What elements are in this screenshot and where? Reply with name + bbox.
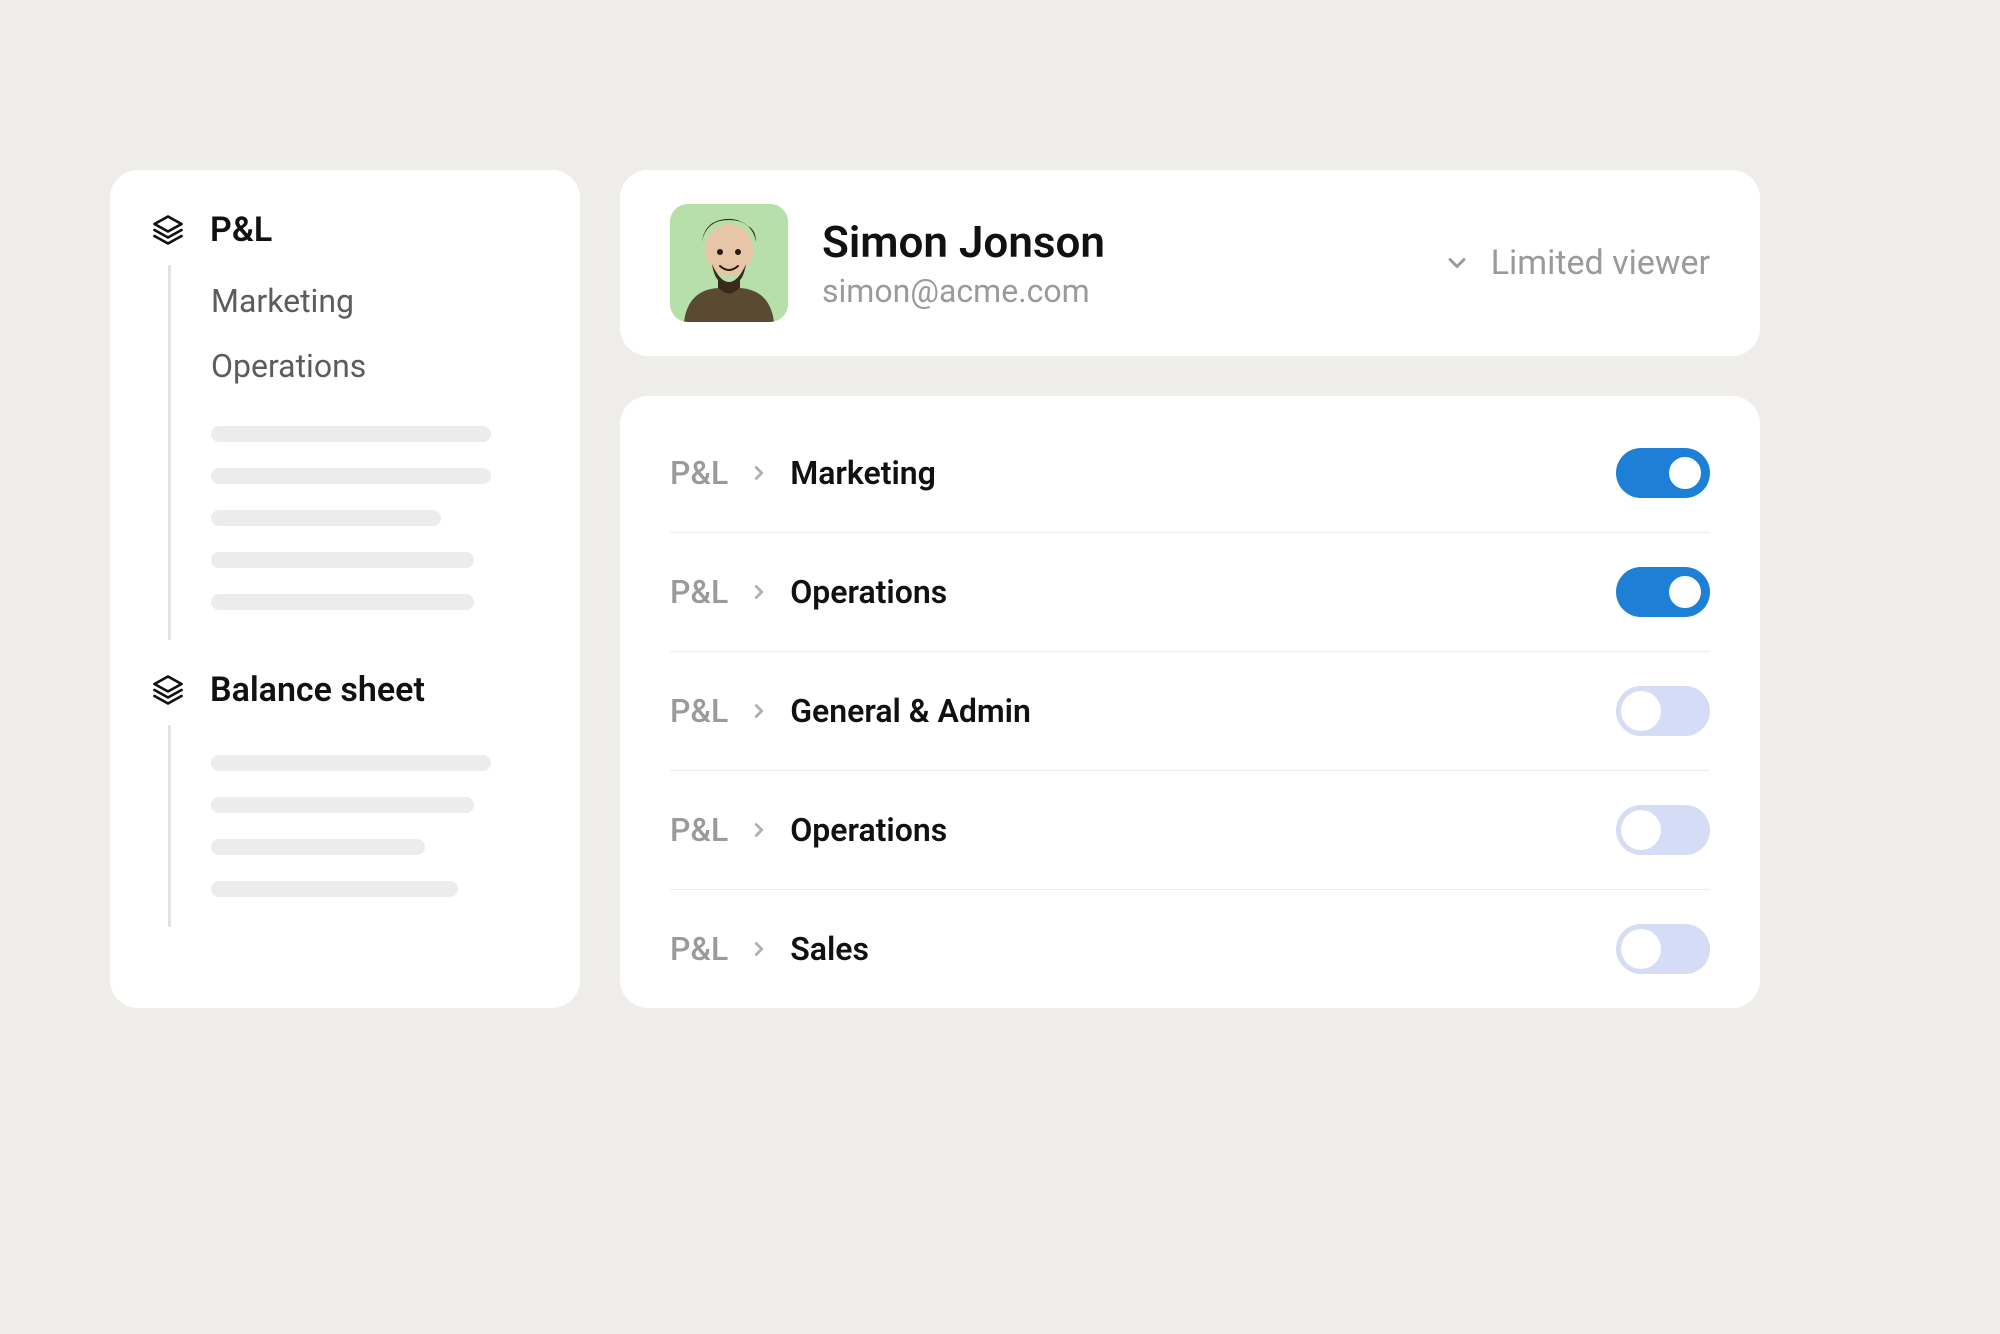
chevron-right-icon bbox=[748, 938, 770, 960]
sidebar: P&L Marketing Operations bbox=[110, 170, 580, 1008]
permission-toggle[interactable] bbox=[1616, 805, 1710, 855]
skeleton-row bbox=[211, 426, 491, 442]
user-card: Simon Jonson simon@acme.com Limited view… bbox=[620, 170, 1760, 356]
sidebar-section-title: P&L bbox=[210, 210, 272, 251]
breadcrumb-root: P&L bbox=[670, 692, 728, 730]
breadcrumb: P&L Operations bbox=[670, 573, 947, 611]
role-dropdown[interactable]: Limited viewer bbox=[1443, 243, 1710, 283]
permission-row: P&L Operations bbox=[670, 533, 1710, 652]
sidebar-section-title: Balance sheet bbox=[210, 670, 425, 711]
sidebar-section-pnl: P&L Marketing Operations bbox=[150, 210, 540, 640]
breadcrumb-leaf: Operations bbox=[790, 811, 947, 849]
breadcrumb-root: P&L bbox=[670, 454, 728, 492]
role-label: Limited viewer bbox=[1491, 243, 1710, 283]
sidebar-section-balance-sheet: Balance sheet bbox=[150, 670, 540, 927]
permission-row: P&L Marketing bbox=[670, 414, 1710, 533]
chevron-right-icon bbox=[748, 581, 770, 603]
stack-icon bbox=[150, 212, 186, 248]
sidebar-children bbox=[168, 725, 540, 927]
breadcrumb-leaf: Marketing bbox=[790, 454, 936, 492]
permissions-card: P&L Marketing P&L Operations bbox=[620, 396, 1760, 1008]
breadcrumb: P&L General & Admin bbox=[670, 692, 1031, 730]
skeleton-row bbox=[211, 755, 491, 771]
permission-row: P&L Operations bbox=[670, 771, 1710, 890]
chevron-right-icon bbox=[748, 700, 770, 722]
permission-toggle[interactable] bbox=[1616, 448, 1710, 498]
permission-toggle[interactable] bbox=[1616, 567, 1710, 617]
skeleton-row bbox=[211, 552, 474, 568]
breadcrumb-root: P&L bbox=[670, 573, 728, 611]
skeleton-row bbox=[211, 594, 474, 610]
main-column: Simon Jonson simon@acme.com Limited view… bbox=[620, 170, 1760, 1008]
breadcrumb: P&L Sales bbox=[670, 930, 869, 968]
permission-toggle[interactable] bbox=[1616, 924, 1710, 974]
skeleton-row bbox=[211, 797, 474, 813]
sidebar-section-header[interactable]: Balance sheet bbox=[150, 670, 540, 711]
permission-row: P&L Sales bbox=[670, 890, 1710, 1008]
chevron-right-icon bbox=[748, 462, 770, 484]
stack-icon bbox=[150, 672, 186, 708]
breadcrumb-leaf: Operations bbox=[790, 573, 947, 611]
sidebar-section-header[interactable]: P&L bbox=[150, 210, 540, 251]
skeleton-row bbox=[211, 881, 458, 897]
permission-toggle[interactable] bbox=[1616, 686, 1710, 736]
permission-row: P&L General & Admin bbox=[670, 652, 1710, 771]
avatar bbox=[670, 204, 788, 322]
skeleton-row bbox=[211, 468, 491, 484]
chevron-right-icon bbox=[748, 819, 770, 841]
sidebar-item-operations[interactable]: Operations bbox=[211, 334, 540, 400]
user-meta: Simon Jonson simon@acme.com bbox=[822, 216, 1105, 311]
chevron-down-icon bbox=[1443, 249, 1471, 277]
breadcrumb: P&L Operations bbox=[670, 811, 947, 849]
sidebar-children: Marketing Operations bbox=[168, 265, 540, 640]
breadcrumb: P&L Marketing bbox=[670, 454, 936, 492]
breadcrumb-root: P&L bbox=[670, 930, 728, 968]
skeleton-row bbox=[211, 839, 425, 855]
breadcrumb-root: P&L bbox=[670, 811, 728, 849]
user-email: simon@acme.com bbox=[822, 272, 1105, 310]
skeleton-row bbox=[211, 510, 441, 526]
sidebar-item-marketing[interactable]: Marketing bbox=[211, 269, 540, 335]
breadcrumb-leaf: General & Admin bbox=[790, 692, 1031, 730]
user-name: Simon Jonson bbox=[822, 216, 1105, 269]
breadcrumb-leaf: Sales bbox=[790, 930, 869, 968]
